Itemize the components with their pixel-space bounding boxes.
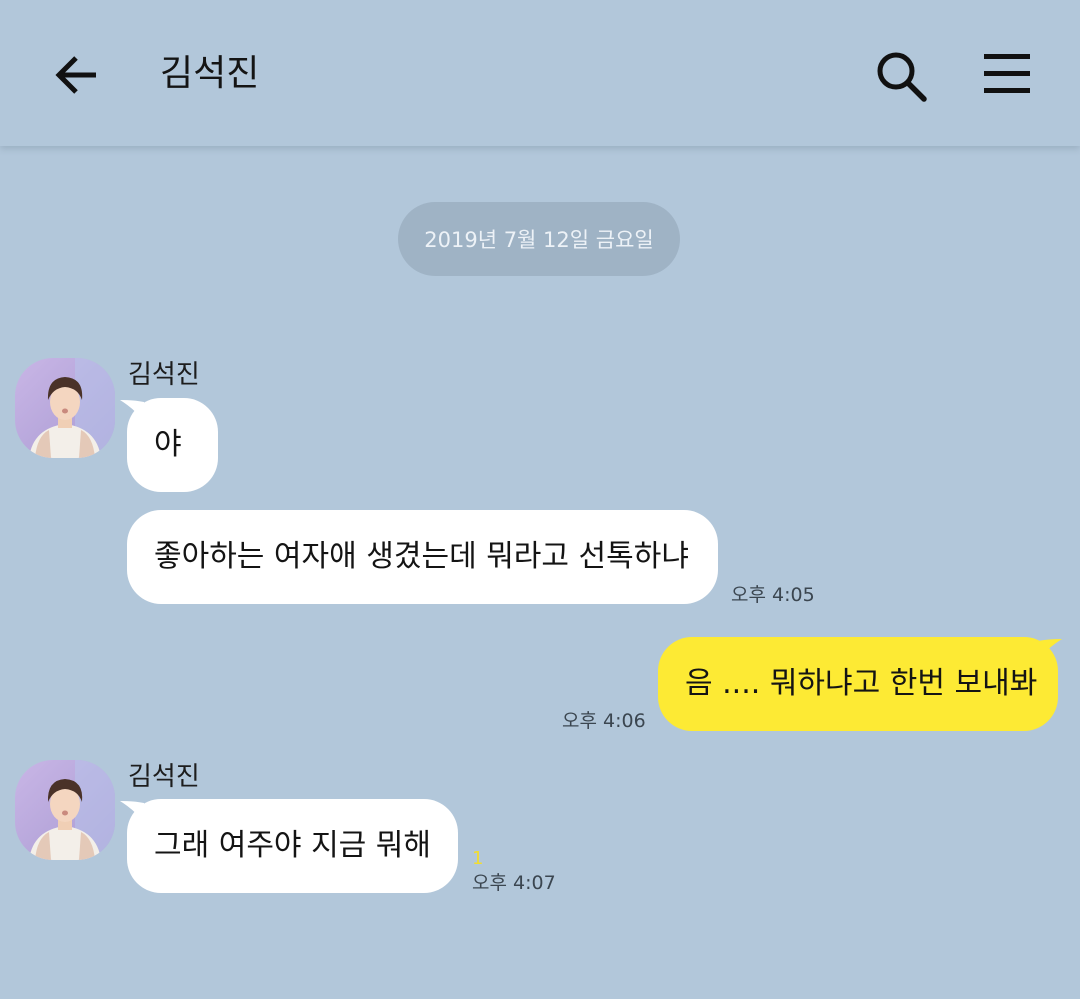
- message-bubble[interactable]: 그래 여주야 지금 뭐해: [127, 799, 458, 893]
- message-time: 오후 4:07: [472, 872, 556, 894]
- chat-header: 김석진: [0, 0, 1080, 146]
- unread-count: 1: [472, 848, 484, 869]
- message-time: 오후 4:06: [562, 710, 646, 732]
- message-bubble[interactable]: 좋아하는 여자애 생겼는데 뭐라고 선톡하냐: [127, 510, 718, 604]
- bubble-tail: [1038, 639, 1062, 661]
- search-button[interactable]: [872, 48, 930, 106]
- message-bubble-outgoing[interactable]: 음 .... 뭐하냐고 한번 보내봐: [658, 637, 1058, 731]
- sender-name: 김석진: [128, 762, 200, 792]
- arrow-left-icon: [55, 56, 96, 94]
- hamburger-menu-icon: [984, 54, 1030, 93]
- search-icon: [877, 52, 927, 102]
- back-button[interactable]: [50, 48, 104, 102]
- date-divider: 2019년 7월 12일 금요일: [398, 202, 680, 276]
- menu-button[interactable]: [980, 50, 1034, 100]
- message-time: 오후 4:05: [731, 584, 815, 606]
- avatar[interactable]: [15, 358, 115, 458]
- message-bubble[interactable]: 야: [127, 398, 218, 492]
- sender-name: 김석진: [128, 360, 200, 390]
- chat-title: 김석진: [160, 53, 260, 94]
- profile-photo: [15, 760, 115, 860]
- profile-photo: [15, 358, 115, 458]
- avatar[interactable]: [15, 760, 115, 860]
